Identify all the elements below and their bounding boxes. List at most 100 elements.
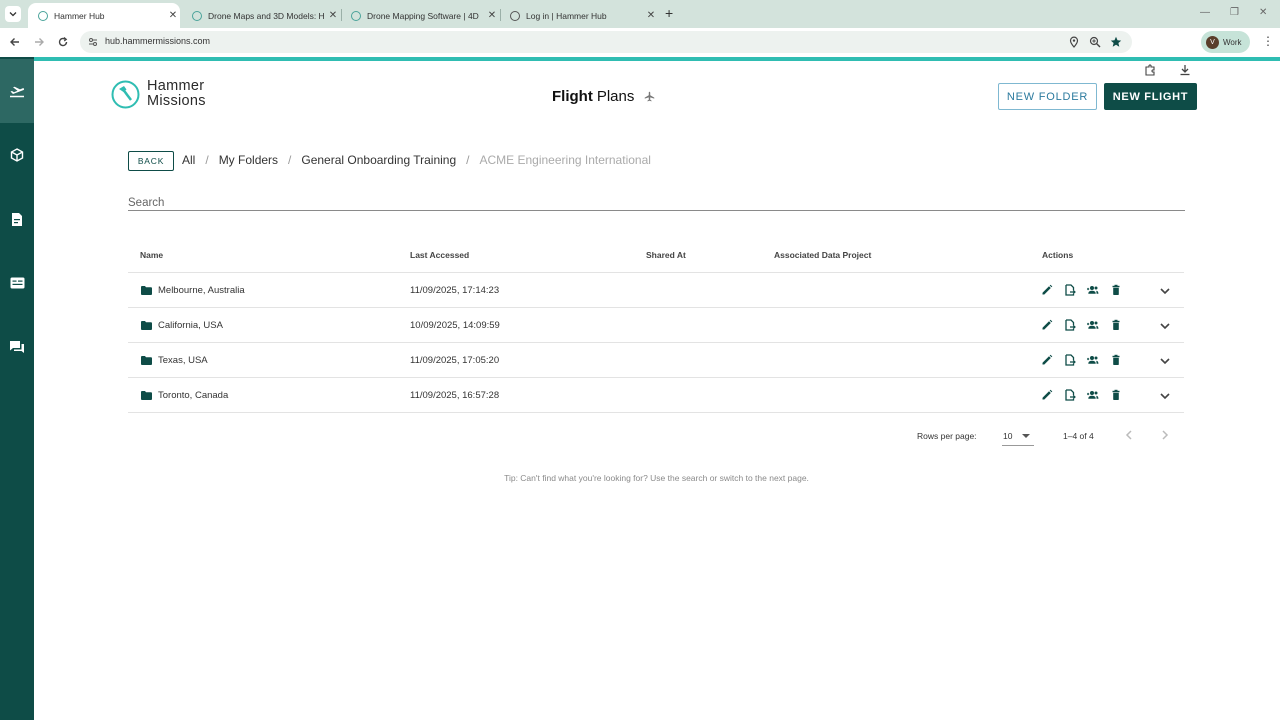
site-favicon-icon xyxy=(351,10,361,21)
bookmark-star-icon[interactable] xyxy=(1110,36,1122,48)
restore-icon[interactable]: ❐ xyxy=(1230,7,1239,18)
profile-chip[interactable]: V Work xyxy=(1201,31,1250,53)
edit-pencil-icon[interactable] xyxy=(1041,389,1053,401)
table-row[interactable]: California, USA 10/09/2025, 14:09:59 xyxy=(128,308,1184,343)
rows-per-page-label: Rows per page: xyxy=(917,431,977,441)
expand-chevron-icon[interactable] xyxy=(1158,319,1172,333)
export-file-icon[interactable] xyxy=(1064,284,1076,296)
profile-label: Work xyxy=(1223,37,1242,47)
breadcrumb: All / My Folders / General Onboarding Tr… xyxy=(182,153,651,167)
logo-line-2: Missions xyxy=(147,93,206,109)
new-flight-button[interactable]: NEW FLIGHT xyxy=(1104,83,1197,110)
tab-title: Drone Maps and 3D Models: H xyxy=(208,10,325,21)
new-folder-button[interactable]: NEW FOLDER xyxy=(998,83,1097,110)
extensions-icon[interactable] xyxy=(1144,64,1156,76)
breadcrumb-separator: / xyxy=(205,153,209,167)
reload-icon[interactable] xyxy=(54,33,72,51)
edit-pencil-icon[interactable] xyxy=(1041,354,1053,366)
hammer-favicon-icon xyxy=(38,10,48,21)
row-last-accessed: 11/09/2025, 17:05:20 xyxy=(410,355,500,366)
expand-chevron-icon[interactable] xyxy=(1158,389,1172,403)
share-users-icon[interactable] xyxy=(1087,389,1099,401)
folder-icon xyxy=(141,356,152,365)
nav-reports[interactable] xyxy=(0,187,34,251)
logo-line-1: Hammer xyxy=(147,78,205,94)
table-row[interactable]: Melbourne, Australia 11/09/2025, 17:14:2… xyxy=(128,273,1184,308)
zoom-icon[interactable] xyxy=(1089,36,1101,48)
pagination-range: 1–4 of 4 xyxy=(1063,431,1094,441)
tab-title: Drone Mapping Software | 4D xyxy=(367,10,479,21)
chat-bubbles-icon xyxy=(10,341,24,353)
tab-hammer-hub[interactable]: Hammer Hub ✕ xyxy=(28,3,180,28)
minimize-icon[interactable]: — xyxy=(1200,7,1210,18)
column-shared-at[interactable]: Shared At xyxy=(646,250,686,260)
next-page-icon[interactable] xyxy=(1158,428,1172,442)
hammer-missions-logo[interactable]: Hammer Missions xyxy=(111,79,206,109)
expand-chevron-icon[interactable] xyxy=(1158,284,1172,298)
table-row[interactable]: Texas, USA 11/09/2025, 17:05:20 xyxy=(128,343,1184,378)
row-name[interactable]: Melbourne, Australia xyxy=(158,285,245,296)
back-button[interactable]: BACK xyxy=(128,151,174,171)
tab-drone-maps[interactable]: Drone Maps and 3D Models: H ✕ xyxy=(182,3,340,28)
breadcrumb-separator: / xyxy=(288,153,292,167)
close-tab-icon[interactable]: ✕ xyxy=(166,10,180,21)
window-close-icon[interactable]: ✕ xyxy=(1259,7,1267,18)
address-bar[interactable]: hub.hammermissions.com xyxy=(80,31,1132,53)
page-title-rest: Plans xyxy=(596,88,635,105)
table-row[interactable]: Toronto, Canada 11/09/2025, 16:57:28 xyxy=(128,378,1184,413)
nav-messages[interactable] xyxy=(0,315,34,379)
tab-log-in[interactable]: Log in | Hammer Hub ✕ xyxy=(500,3,658,28)
column-last-accessed[interactable]: Last Accessed xyxy=(410,250,469,260)
close-tab-icon[interactable]: ✕ xyxy=(485,10,499,21)
export-file-icon[interactable] xyxy=(1064,354,1076,366)
export-file-icon[interactable] xyxy=(1064,319,1076,331)
tab-drone-mapping-software[interactable]: Drone Mapping Software | 4D ✕ xyxy=(341,3,499,28)
back-arrow-icon[interactable] xyxy=(6,33,24,51)
share-users-icon[interactable] xyxy=(1087,319,1099,331)
delete-trash-icon[interactable] xyxy=(1110,389,1122,401)
edit-pencil-icon[interactable] xyxy=(1041,284,1053,296)
globe-icon xyxy=(510,10,520,21)
forward-arrow-icon[interactable] xyxy=(30,33,48,51)
breadcrumb-general-onboarding[interactable]: General Onboarding Training xyxy=(301,153,456,167)
edit-pencil-icon[interactable] xyxy=(1041,319,1053,331)
cube-icon xyxy=(10,148,24,162)
logo-wordmark: Hammer Missions xyxy=(147,79,206,109)
more-menu-icon[interactable]: ⋮ xyxy=(1262,34,1274,48)
column-name[interactable]: Name xyxy=(140,250,163,260)
breadcrumb-current: ACME Engineering International xyxy=(479,153,651,167)
nav-models[interactable] xyxy=(0,123,34,187)
page-title: Flight Plans xyxy=(552,88,655,105)
table-header: Name Last Accessed Shared At Associated … xyxy=(128,237,1184,273)
site-favicon-icon xyxy=(192,10,202,21)
row-name[interactable]: Toronto, Canada xyxy=(158,390,228,401)
close-tab-icon[interactable]: ✕ xyxy=(644,10,658,21)
breadcrumb-all[interactable]: All xyxy=(182,153,195,167)
export-file-icon[interactable] xyxy=(1064,389,1076,401)
delete-trash-icon[interactable] xyxy=(1110,354,1122,366)
nav-flight-plans[interactable] xyxy=(0,59,34,123)
close-tab-icon[interactable]: ✕ xyxy=(326,10,340,21)
document-icon xyxy=(12,212,22,226)
delete-trash-icon[interactable] xyxy=(1110,284,1122,296)
expand-chevron-icon[interactable] xyxy=(1158,354,1172,368)
site-info-icon[interactable] xyxy=(88,37,98,47)
rows-per-page-select[interactable]: 10 xyxy=(1002,426,1034,446)
url-text: hub.hammermissions.com xyxy=(105,36,211,46)
download-icon[interactable] xyxy=(1179,64,1191,76)
new-tab-icon[interactable]: + xyxy=(665,5,673,21)
browser-tab-strip: Hammer Hub ✕ Drone Maps and 3D Models: H… xyxy=(0,0,1280,28)
share-users-icon[interactable] xyxy=(1087,354,1099,366)
column-associated-project[interactable]: Associated Data Project xyxy=(774,250,871,260)
tab-search-button[interactable] xyxy=(5,6,21,22)
location-pin-icon[interactable] xyxy=(1068,36,1080,48)
search-field xyxy=(128,193,1185,211)
row-name[interactable]: California, USA xyxy=(158,320,223,331)
previous-page-icon[interactable] xyxy=(1122,428,1136,442)
share-users-icon[interactable] xyxy=(1087,284,1099,296)
row-name[interactable]: Texas, USA xyxy=(158,355,208,366)
nav-data[interactable] xyxy=(0,251,34,315)
search-input[interactable] xyxy=(128,197,1185,209)
delete-trash-icon[interactable] xyxy=(1110,319,1122,331)
breadcrumb-my-folders[interactable]: My Folders xyxy=(219,153,278,167)
